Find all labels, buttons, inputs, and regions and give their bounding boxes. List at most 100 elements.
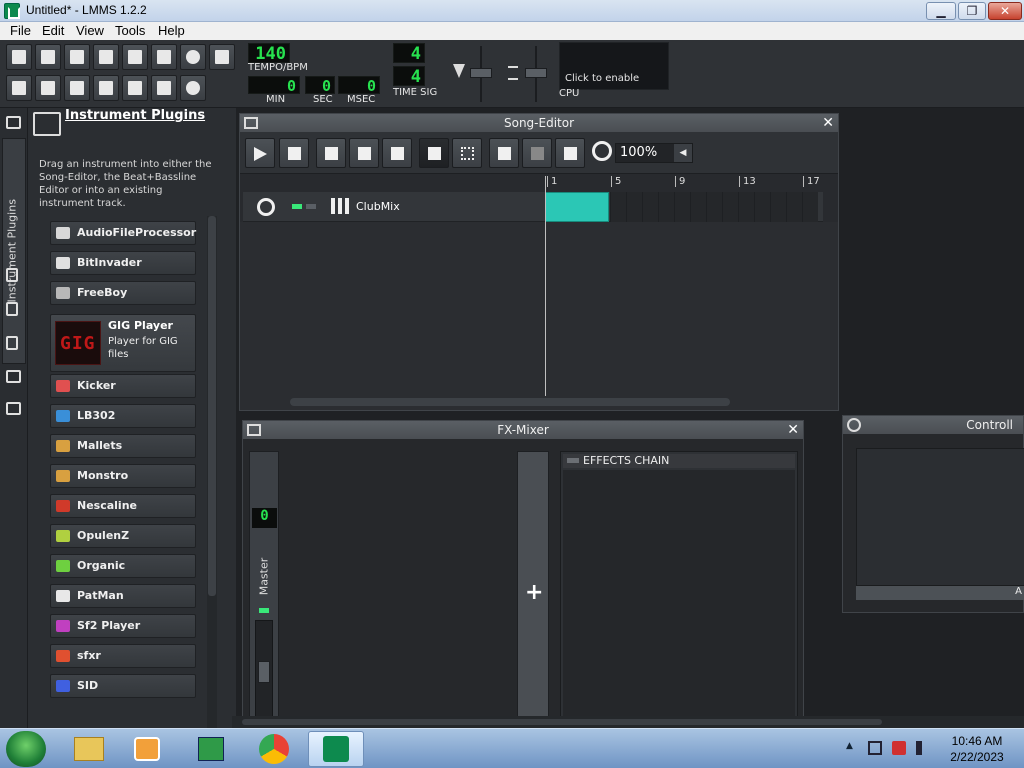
system-clock[interactable]: 10:46 AM 2/22/2023	[942, 733, 1012, 765]
song-editor-titlebar[interactable]: Song-Editor ✕	[240, 114, 838, 132]
track-grid-cell[interactable]	[658, 192, 674, 222]
master-mute-led[interactable]	[259, 608, 269, 613]
new-from-template-button[interactable]	[35, 44, 61, 70]
explorer-taskbar-button[interactable]	[62, 731, 118, 767]
fx-mixer-close-button[interactable]: ✕	[787, 421, 799, 439]
plugin-item-kicker[interactable]: Kicker	[50, 374, 196, 398]
track-clubmix[interactable]: ClubMix	[243, 192, 823, 222]
master-channel-strip[interactable]: 0 Master	[249, 451, 279, 728]
automation-editor-button[interactable]	[93, 75, 119, 101]
lmms-taskbar-button[interactable]	[308, 731, 364, 767]
track-grid-cell[interactable]	[802, 192, 818, 222]
edit-mode-button[interactable]	[452, 138, 482, 168]
new-project-button[interactable]	[6, 44, 32, 70]
song-editor-close-button[interactable]: ✕	[822, 114, 834, 132]
metronome-button[interactable]	[209, 44, 235, 70]
plugin-item-sid[interactable]: SID	[50, 674, 196, 698]
fx-mixer-titlebar[interactable]: FX-Mixer ✕	[243, 421, 803, 439]
track-grid-cell[interactable]	[674, 192, 690, 222]
song-editor-button[interactable]	[6, 75, 32, 101]
master-fader[interactable]	[255, 620, 273, 728]
plugin-item-bitinvader[interactable]: BitInvader	[50, 251, 196, 275]
minimize-button[interactable]: ▁	[926, 2, 956, 20]
track-grid-cell[interactable]	[722, 192, 738, 222]
plugin-item-lb302[interactable]: LB302	[50, 404, 196, 428]
track-solo-led[interactable]	[306, 204, 316, 209]
close-button[interactable]: ✕	[988, 2, 1022, 20]
effects-chain-led[interactable]	[567, 458, 579, 463]
plugin-item-audiofileprocessor[interactable]: AudioFileProcessor	[50, 221, 196, 245]
menu-tools[interactable]: Tools	[115, 23, 145, 38]
start-button[interactable]	[6, 731, 46, 767]
timesig-denominator[interactable]: 4	[393, 66, 425, 87]
plugin-item-patman[interactable]: PatMan	[50, 584, 196, 608]
add-automation-track-button[interactable]	[382, 138, 412, 168]
menu-edit[interactable]: Edit	[42, 23, 64, 38]
add-fx-channel-button[interactable]: +	[517, 451, 549, 728]
root-directory-icon[interactable]	[6, 402, 21, 415]
add-sample-track-button[interactable]	[349, 138, 379, 168]
plugin-item-gig-player[interactable]: GIG GIG Player Player for GIG files	[50, 314, 196, 372]
track-grid-cell[interactable]	[610, 192, 626, 222]
whats-this-button[interactable]	[180, 44, 206, 70]
piano-roll-button[interactable]	[64, 75, 90, 101]
plugin-item-opulenz[interactable]: OpulenZ	[50, 524, 196, 548]
master-pitch-slider[interactable]	[525, 68, 547, 78]
track-grid-cell[interactable]	[738, 192, 754, 222]
menu-view[interactable]: View	[76, 23, 104, 38]
plugin-item-sf2-player[interactable]: Sf2 Player	[50, 614, 196, 638]
track-grid-cell[interactable]	[754, 192, 770, 222]
tempo-display[interactable]: 140	[248, 43, 290, 64]
plugin-item-mallets[interactable]: Mallets	[50, 434, 196, 458]
beat-bassline-button[interactable]	[35, 75, 61, 101]
plugin-item-sfxr[interactable]: sfxr	[50, 644, 196, 668]
fader-knob[interactable]	[258, 661, 270, 683]
plugin-item-freeboy[interactable]: FreeBoy	[50, 281, 196, 305]
my-projects-icon[interactable]	[6, 268, 18, 282]
draw-mode-button[interactable]	[419, 138, 449, 168]
export-button[interactable]	[151, 44, 177, 70]
stop-behaviour-button[interactable]	[555, 138, 585, 168]
track-grid-cell[interactable]	[786, 192, 802, 222]
zoom-combobox[interactable]: 100% ◀	[615, 143, 693, 163]
master-volume-slider[interactable]	[470, 68, 492, 78]
add-controller-button[interactable]: A	[856, 586, 1024, 600]
fx-mixer-button[interactable]	[122, 75, 148, 101]
plugin-item-nescaline[interactable]: Nescaline	[50, 494, 196, 518]
plugin-list-scrollbar[interactable]	[207, 216, 217, 728]
zoom-dropdown-arrow[interactable]: ◀	[674, 144, 692, 162]
stop-button[interactable]	[279, 138, 309, 168]
controller-rack-button[interactable]	[180, 75, 206, 101]
auto-scroll-button[interactable]	[489, 138, 519, 168]
chrome-taskbar-button[interactable]	[246, 731, 302, 767]
scrollbar-thumb[interactable]	[208, 216, 216, 596]
csharp-taskbar-button[interactable]	[184, 731, 240, 767]
beat-pattern-clip[interactable]	[545, 192, 609, 222]
menu-help[interactable]: Help	[158, 23, 185, 38]
action-center-icon[interactable]	[892, 741, 906, 755]
restore-button[interactable]: ❐	[958, 2, 986, 20]
track-grid-cell[interactable]	[690, 192, 706, 222]
recent-projects-button[interactable]	[93, 44, 119, 70]
track-grid-cell[interactable]	[626, 192, 642, 222]
my-home-icon[interactable]	[6, 370, 21, 383]
my-samples-icon[interactable]	[6, 302, 18, 316]
media-player-taskbar-button[interactable]	[120, 731, 176, 767]
project-notes-button[interactable]	[151, 75, 177, 101]
track-settings-gear-icon[interactable]	[257, 198, 275, 216]
instrument-plugins-tab-icon[interactable]	[6, 116, 21, 129]
network-icon[interactable]	[868, 741, 882, 755]
plugin-item-monstro[interactable]: Monstro	[50, 464, 196, 488]
playhead[interactable]	[545, 176, 546, 396]
controller-rack-titlebar[interactable]: Controll	[843, 416, 1023, 434]
workspace-scrollbar-thumb[interactable]	[242, 719, 882, 725]
track-grid-cell[interactable]	[706, 192, 722, 222]
track-grid-cell[interactable]	[770, 192, 786, 222]
play-button[interactable]	[245, 138, 275, 168]
timesig-numerator[interactable]: 4	[393, 43, 425, 64]
save-button[interactable]	[122, 44, 148, 70]
show-hidden-icons-button[interactable]: ▲	[846, 741, 860, 755]
song-editor-scrollbar[interactable]	[290, 398, 730, 406]
loop-points-button[interactable]	[522, 138, 552, 168]
volume-icon[interactable]	[916, 741, 930, 755]
